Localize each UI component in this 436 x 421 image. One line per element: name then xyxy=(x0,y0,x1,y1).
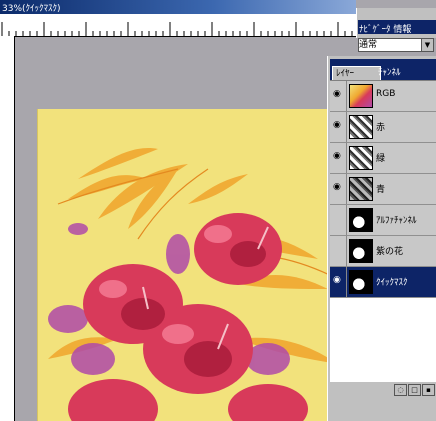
document-title: 33%(ｸｲｯｸﾏｽｸ) xyxy=(2,4,61,14)
channel-name: 緑 xyxy=(376,154,386,164)
tab-info[interactable]: 情報 xyxy=(393,25,411,35)
channel-thumbnail xyxy=(349,208,373,232)
visibility-toggle[interactable]: ◉ xyxy=(330,112,347,142)
channel-thumbnail xyxy=(349,115,373,139)
channel-row[interactable]: ◉ 緑 xyxy=(330,143,436,174)
channel-name: 赤 xyxy=(376,123,386,133)
channel-row[interactable]: ◉ RGB xyxy=(330,81,436,112)
channel-row[interactable]: ◉ 赤 xyxy=(330,112,436,143)
visibility-toggle[interactable] xyxy=(330,205,347,235)
channel-thumbnail xyxy=(349,177,373,201)
visibility-toggle[interactable]: ◉ xyxy=(330,143,347,173)
visibility-toggle[interactable]: ◉ xyxy=(330,267,347,297)
channel-thumbnail xyxy=(349,270,373,294)
channel-row[interactable]: ◉ ｸｲｯｸﾏｽｸ xyxy=(330,267,436,298)
channel-row[interactable]: 紫の花 xyxy=(330,236,436,267)
artwork-image xyxy=(48,148,339,421)
vertical-ruler xyxy=(0,36,15,421)
palette-footer: ◌ □ ▪ xyxy=(330,381,436,396)
tab-layers[interactable]: ﾚｲﾔｰ xyxy=(332,66,381,81)
channel-name: 紫の花 xyxy=(376,247,404,257)
visibility-toggle[interactable]: ◉ xyxy=(330,174,347,204)
load-selection-icon[interactable]: ◌ xyxy=(394,384,407,396)
tab-navigator[interactable]: ﾅﾋﾞｹﾞｰﾀ xyxy=(359,25,391,35)
tab-channels[interactable]: ﾁｬﾝﾈﾙ xyxy=(378,66,436,80)
channel-name: 青 xyxy=(376,185,386,195)
hibiscus-artwork[interactable] xyxy=(37,109,344,421)
new-channel-icon[interactable]: □ xyxy=(408,384,421,396)
visibility-toggle[interactable]: ◉ xyxy=(330,81,347,111)
eye-icon: ◉ xyxy=(333,89,341,99)
channel-name: ｱﾙﾌｧﾁｬﾝﾈﾙ xyxy=(376,216,417,226)
channels-list: ◉ RGB ◉ 赤 ◉ 緑 ◉ 青ｱﾙﾌｧﾁｬﾝﾈﾙ 紫の花 ◉ ｸｲｯｸﾏｽｸ xyxy=(330,80,436,381)
channel-name: ｸｲｯｸﾏｽｸ xyxy=(376,278,408,288)
channel-row[interactable]: ｱﾙﾌｧﾁｬﾝﾈﾙ xyxy=(330,205,436,236)
navigator-tabs: ﾅﾋﾞｹﾞｰﾀ 情報 xyxy=(359,22,411,35)
channel-row[interactable]: ◉ 青 xyxy=(330,174,436,205)
channel-name: RGB xyxy=(376,89,396,99)
eye-icon: ◉ xyxy=(333,275,341,285)
trash-icon[interactable]: ▪ xyxy=(422,384,435,396)
eye-icon: ◉ xyxy=(333,120,341,130)
channel-thumbnail xyxy=(349,146,373,170)
chevron-down-icon[interactable]: ▼ xyxy=(421,39,433,51)
blend-mode-value: 通常 xyxy=(359,40,378,50)
eye-icon: ◉ xyxy=(333,182,341,192)
horizontal-ruler xyxy=(0,14,356,37)
eye-icon: ◉ xyxy=(333,151,341,161)
channel-thumbnail xyxy=(349,84,373,108)
visibility-toggle[interactable] xyxy=(330,236,347,266)
blend-mode-select[interactable]: 通常 ▼ xyxy=(358,38,434,52)
ruler-ticks xyxy=(1,22,353,36)
channel-thumbnail xyxy=(349,239,373,263)
